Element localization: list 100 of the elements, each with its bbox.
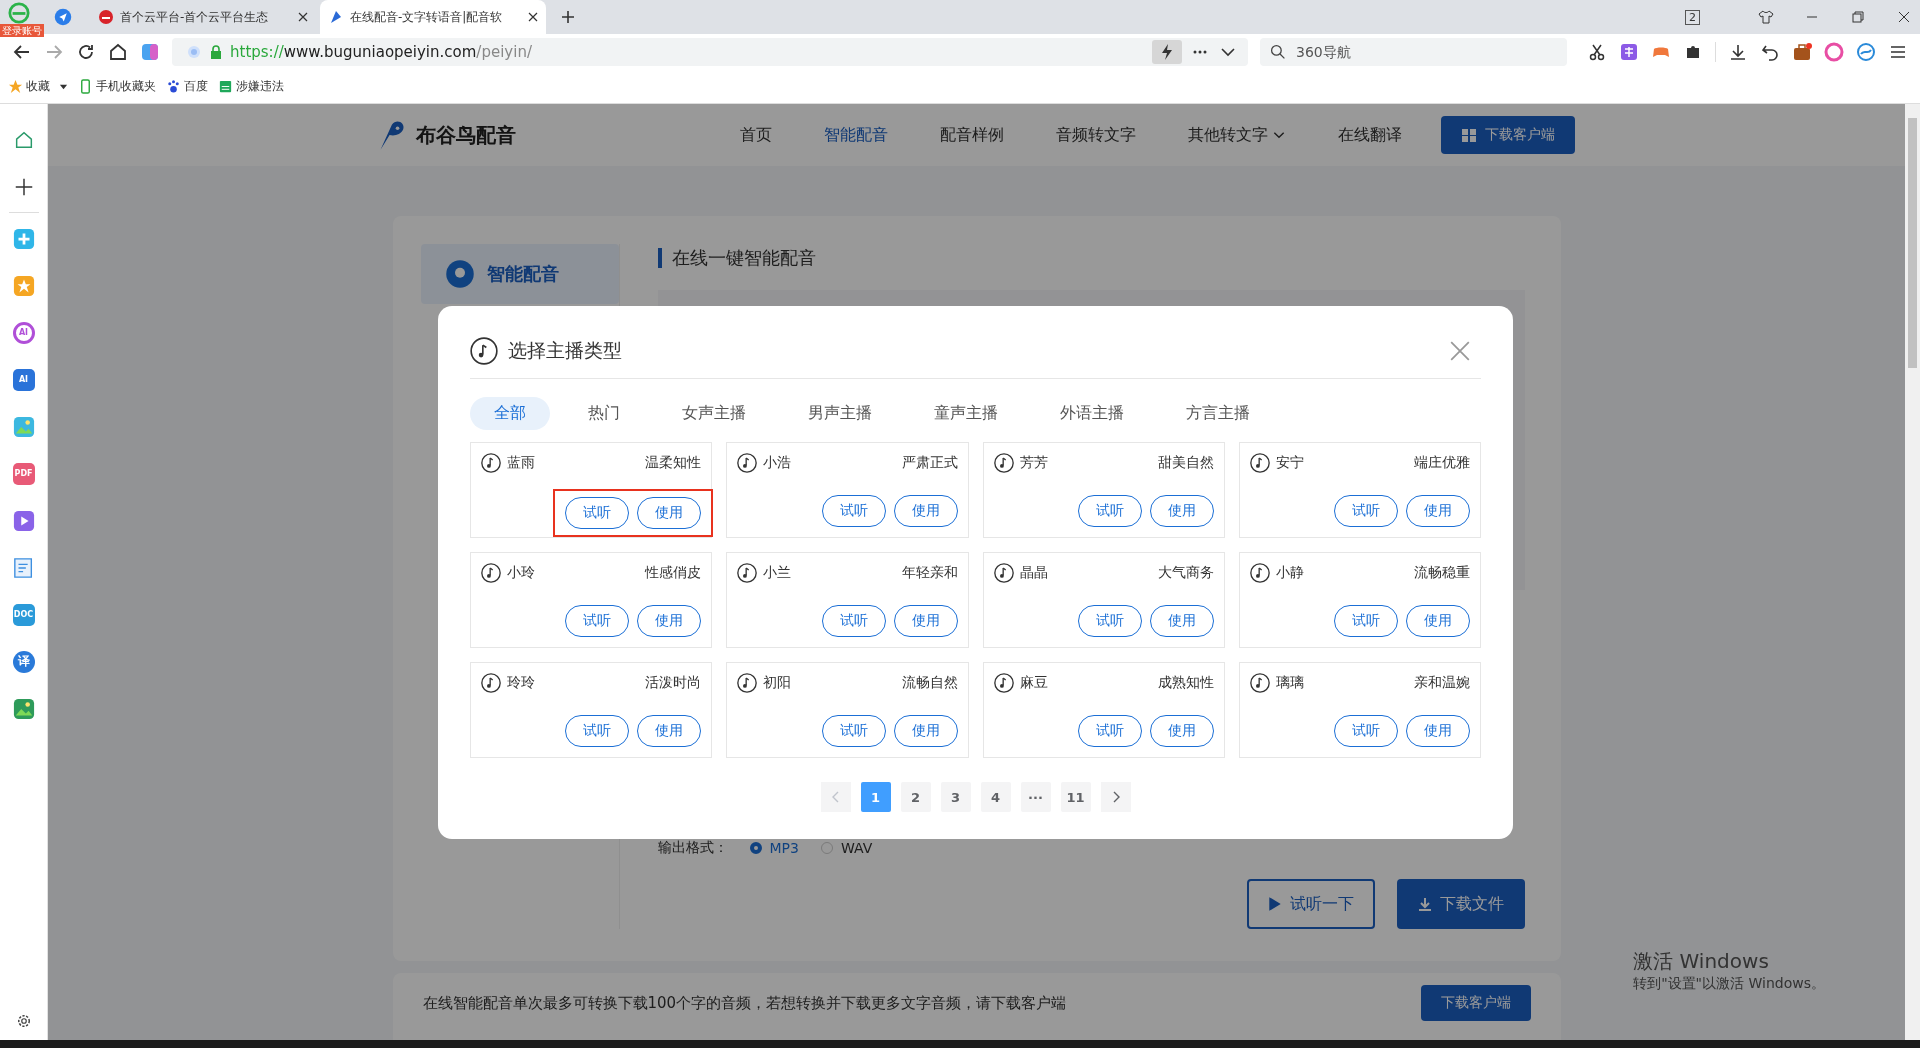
music-note-icon [1249, 673, 1270, 693]
download-icon[interactable] [1728, 42, 1748, 62]
nav-link[interactable]: 其他转文字 [1188, 124, 1286, 146]
play-icon [1267, 896, 1282, 912]
side-menu-item[interactable]: 智能配音 [420, 244, 619, 304]
listen-button[interactable]: 试听 [565, 715, 630, 747]
search-input[interactable]: 360导航 [1294, 43, 1548, 61]
listen-button[interactable]: 试听 [565, 497, 630, 529]
address-field[interactable]: https://www.buguniaopeiyin.com/peiyin/ [172, 38, 1248, 66]
close-icon[interactable] [1896, 9, 1912, 25]
site-logo-text[interactable]: 布谷鸟配音 [416, 121, 516, 149]
category-tab[interactable]: 外语主播 [1036, 397, 1148, 430]
category-tab[interactable]: 男声主播 [784, 397, 896, 430]
lightning-icon[interactable] [1152, 40, 1182, 64]
use-button[interactable]: 使用 [637, 497, 702, 529]
use-button[interactable]: 使用 [1406, 495, 1470, 527]
app-icon[interactable]: PDF [12, 462, 35, 485]
ai-icon[interactable]: AI [12, 321, 35, 344]
listen-button[interactable]: 试听 [1077, 495, 1142, 527]
use-button[interactable]: 使用 [893, 715, 958, 747]
tab-count[interactable]: 2 [1685, 9, 1700, 25]
close-tab-icon[interactable] [528, 12, 538, 22]
home-icon[interactable] [108, 42, 128, 62]
page-button[interactable]: 2 [900, 782, 931, 812]
listen-button[interactable]: 试听 [1334, 715, 1398, 747]
listen-button[interactable]: 试听 [821, 495, 886, 527]
page-button[interactable]: ··· [1020, 782, 1051, 812]
bookmark-label: 涉嫌违法 [236, 78, 284, 95]
voice-style: 亲和温婉 [1414, 674, 1470, 692]
download-file-button[interactable]: 下载文件 [1396, 879, 1525, 929]
nav-link[interactable]: 智能配音 [824, 124, 888, 146]
use-button[interactable]: 使用 [1406, 605, 1470, 637]
browser-tab[interactable]: 首个云平台-首个云平台生态 [90, 0, 316, 34]
listen-button[interactable]: 试听 [1334, 605, 1398, 637]
scissors-icon[interactable] [1587, 42, 1607, 62]
listen-button[interactable]: 试听 [565, 605, 630, 637]
app-icon[interactable]: AI [12, 368, 35, 391]
search-icon [1270, 44, 1286, 60]
music-note-icon [993, 673, 1014, 693]
section-title: 在线一键智能配音 [657, 248, 1525, 268]
nav-link[interactable]: 在线翻译 [1338, 124, 1402, 146]
use-button[interactable]: 使用 [637, 715, 702, 747]
close-tab-icon[interactable] [298, 12, 308, 22]
caret-icon[interactable] [59, 82, 68, 91]
search-field[interactable]: 360导航 [1260, 38, 1567, 66]
preview-button[interactable]: 试听一下 [1246, 879, 1375, 929]
listen-button[interactable]: 试听 [1077, 715, 1142, 747]
use-button[interactable]: 使用 [1149, 715, 1214, 747]
translate-icon[interactable]: 译 [12, 650, 35, 673]
music-note-icon [470, 337, 498, 365]
listen-button[interactable]: 试听 [1077, 605, 1142, 637]
nav-link[interactable]: 配音样例 [940, 124, 1004, 146]
restore-icon[interactable] [1850, 9, 1866, 25]
app-icon[interactable]: DOC [12, 603, 35, 626]
use-button[interactable]: 使用 [1149, 605, 1214, 637]
voice-style: 年轻亲和 [901, 564, 958, 582]
swirl-icon[interactable] [1856, 42, 1876, 62]
format-radio[interactable]: WAV [820, 840, 873, 856]
edit-document-icon[interactable] [12, 556, 35, 579]
page-button[interactable]: 4 [980, 782, 1011, 812]
page-button[interactable]: 3 [940, 782, 971, 812]
use-button[interactable]: 使用 [893, 605, 958, 637]
nav-link[interactable]: 首页 [740, 124, 772, 146]
music-note-icon [481, 563, 501, 583]
new-tab-icon[interactable] [560, 9, 576, 25]
voice-style: 大气商务 [1157, 564, 1214, 582]
phone-icon [78, 79, 93, 94]
listen-button[interactable]: 试听 [821, 605, 886, 637]
category-tab[interactable]: 童声主播 [910, 397, 1022, 430]
use-button[interactable]: 使用 [893, 495, 958, 527]
category-tab[interactable]: 女声主播 [658, 397, 770, 430]
translate-icon[interactable] [1619, 42, 1639, 62]
listen-button[interactable]: 试听 [821, 715, 886, 747]
voice-name: 麻豆 [1019, 674, 1048, 692]
download-client-button[interactable]: 下载客户端 [1441, 116, 1575, 154]
shirt-icon[interactable] [1758, 9, 1774, 25]
category-tab[interactable]: 方言主播 [1162, 397, 1274, 430]
reload-icon[interactable] [76, 42, 96, 62]
login-badge[interactable]: 登录账号 [0, 24, 44, 37]
category-tab[interactable]: 热门 [564, 397, 644, 430]
circle-logo-icon [98, 9, 114, 25]
use-button[interactable]: 使用 [1406, 715, 1470, 747]
send-icon[interactable] [54, 8, 72, 26]
video-icon[interactable] [12, 509, 35, 532]
category-tab[interactable]: 全部 [470, 397, 550, 430]
listen-button[interactable]: 试听 [1334, 495, 1398, 527]
use-button[interactable]: 使用 [1149, 495, 1214, 527]
nav-link[interactable]: 音频转文字 [1056, 124, 1136, 146]
page-button[interactable]: 11 [1060, 782, 1091, 812]
download-client-button[interactable]: 下载客户端 [1420, 985, 1531, 1021]
lock-icon [210, 45, 222, 59]
music-note-icon [1249, 563, 1270, 583]
voice-name: 小玲 [507, 564, 535, 582]
voice-name: 小静 [1275, 564, 1304, 582]
use-button[interactable]: 使用 [637, 605, 702, 637]
image-icon[interactable] [12, 697, 35, 720]
bookmark-label: 百度 [184, 78, 208, 95]
page-button[interactable]: 1 [860, 782, 891, 812]
briefcase-icon[interactable] [1792, 42, 1812, 62]
browser-tab[interactable]: 在线配音-文字转语音|配音软 [320, 0, 546, 34]
